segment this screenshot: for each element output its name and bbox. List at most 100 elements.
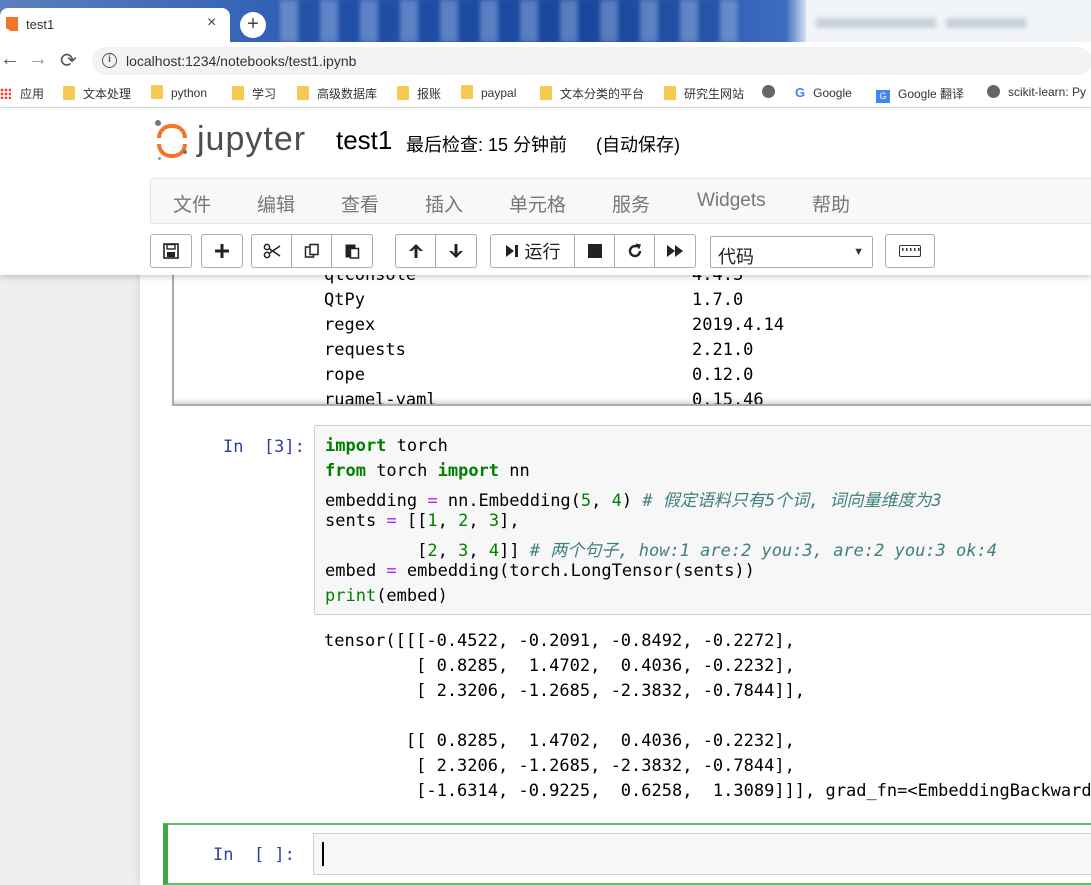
package-name: qtconsole [324, 275, 417, 285]
edit-group [251, 234, 373, 268]
new-tab-button[interactable]: + [240, 12, 266, 38]
package-name: rope [324, 365, 365, 385]
paste-button[interactable] [332, 235, 372, 267]
bookmark-google[interactable]: G Google [795, 85, 852, 100]
menu-kernel[interactable]: 服务 [612, 190, 650, 217]
bookmarks-bar: 应用 文本处理 python 学习 高级数据库 报账 paypal 文本分类的平… [0, 78, 1091, 108]
command-palette-button[interactable] [885, 234, 935, 268]
insert-cell-below-button[interactable] [202, 235, 242, 267]
apps-grid-icon [0, 88, 11, 99]
move-group [395, 234, 477, 268]
code-token: 1 [427, 511, 438, 531]
code-token: , [468, 511, 489, 531]
move-up-button[interactable] [396, 235, 436, 267]
code-token: nn.Embedding( [437, 491, 581, 511]
code-token: = [427, 491, 438, 511]
menu-view[interactable]: 查看 [341, 190, 379, 217]
menu-edit[interactable]: 编辑 [257, 190, 295, 217]
code-token: 2 [427, 541, 438, 561]
code-cell-input[interactable] [313, 833, 1091, 875]
bookmark-label: 学习 [252, 87, 277, 101]
keyboard-icon [899, 245, 921, 257]
run-button[interactable]: 运行 [491, 235, 575, 267]
scissors-icon [263, 243, 280, 259]
google-translate-icon: G [876, 90, 890, 103]
forward-arrow-icon[interactable]: → [28, 48, 48, 71]
bookmark-label: 应用 [20, 87, 45, 101]
bookmark-globe[interactable] [762, 85, 783, 99]
stop-icon [587, 244, 602, 258]
restart-run-all-button[interactable] [655, 235, 695, 267]
bookmark-folder[interactable]: 文本分类的平台 [540, 85, 644, 102]
blurred-text [946, 18, 1026, 28]
move-down-button[interactable] [436, 235, 476, 267]
scrolled-output-area[interactable]: qtconsole 4.4.3 QtPy 1.7.0 regex 2019.4.… [172, 275, 1091, 406]
bookmark-folder[interactable]: paypal [461, 85, 516, 100]
code-token: 4 [488, 541, 500, 561]
code-line: embed = embedding(torch.LongTensor(sents… [325, 561, 755, 581]
bookmark-label: Google 翻译 [898, 87, 965, 101]
menu-insert[interactable]: 插入 [425, 190, 463, 217]
toolbar: 运行 代码 ▼ [150, 234, 1091, 270]
bookmark-folder[interactable]: 文本处理 [63, 85, 131, 102]
code-token: nn [499, 461, 530, 481]
output-line: [-1.6314, -0.9225, 0.6258, 1.3089]]], gr… [324, 781, 1091, 801]
output-line: [[ 0.8285, 1.4702, 0.4036, -0.2232], [324, 731, 795, 751]
cut-button[interactable] [252, 235, 292, 267]
url-text[interactable]: localhost:1234/notebooks/test1.ipynb [126, 53, 356, 69]
paste-icon [345, 244, 360, 259]
code-token: print [325, 586, 377, 606]
code-token: ], [499, 511, 520, 531]
menu-file[interactable]: 文件 [173, 190, 211, 217]
bookmark-google-translate[interactable]: G Google 翻译 [876, 85, 964, 103]
background-window [806, 0, 1091, 42]
browser-tab[interactable]: test1 × [0, 8, 230, 42]
menu-cell[interactable]: 单元格 [509, 190, 566, 217]
bookmark-folder[interactable]: 研究生网站 [664, 85, 744, 102]
code-token: 5 [580, 491, 592, 511]
code-line: [2, 3, 4]] # 两个句子, how:1 are:2 you:3, ar… [325, 536, 997, 561]
cell-input-prompt: In [ ]: [213, 845, 295, 865]
bookmark-folder[interactable]: python [151, 85, 207, 100]
code-cell-input[interactable]: import torch from torch import nn embedd… [314, 425, 1091, 615]
package-version: 1.7.0 [692, 290, 744, 310]
package-name: QtPy [324, 290, 365, 310]
bookmark-folder[interactable]: 高级数据库 [297, 85, 377, 102]
jupyter-wordmark[interactable]: jupyter [197, 120, 306, 159]
bookmark-scikit-learn[interactable]: scikit-learn: Py [987, 85, 1086, 99]
package-name: regex [324, 315, 376, 335]
bookmark-label: python [171, 86, 208, 100]
bookmark-folder[interactable]: 学习 [232, 85, 276, 102]
bookmark-apps[interactable]: 应用 [0, 85, 44, 102]
back-arrow-icon[interactable]: ← [0, 48, 20, 71]
globe-icon [987, 85, 1000, 98]
bookmark-label: scikit-learn: Py [1008, 85, 1087, 99]
cell-type-select[interactable]: 代码 ▼ [710, 236, 873, 268]
bookmark-label: 文本处理 [83, 87, 132, 101]
code-token: (embed) [376, 586, 448, 606]
menu-help[interactable]: 帮助 [812, 190, 850, 217]
code-token: = [386, 511, 397, 531]
bookmark-folder[interactable]: 报账 [397, 85, 441, 102]
notebook-container: qtconsole 4.4.3 QtPy 1.7.0 regex 2019.4.… [140, 275, 1091, 885]
save-button[interactable] [151, 235, 191, 267]
url-bar[interactable]: i localhost:1234/notebooks/test1.ipynb [92, 47, 1091, 75]
selected-empty-cell[interactable]: In [ ]: [163, 823, 1091, 885]
reload-icon[interactable]: ⟳ [60, 48, 77, 73]
copy-button[interactable] [292, 235, 332, 267]
restart-kernel-button[interactable] [615, 235, 655, 267]
code-token: [ [325, 541, 428, 561]
code-line: embedding = nn.Embedding(5, 4) # 假定语料只有5… [325, 486, 942, 511]
interrupt-kernel-button[interactable] [575, 235, 615, 267]
folder-icon [232, 86, 244, 100]
notebook-name[interactable]: test1 [336, 125, 392, 156]
folder-icon [461, 85, 473, 99]
fast-forward-icon [667, 245, 683, 257]
info-icon[interactable]: i [102, 53, 117, 68]
code-token: , [468, 541, 489, 561]
bookmark-label: 报账 [417, 87, 442, 101]
tab-close-icon[interactable]: × [207, 14, 216, 32]
jupyter-logo-icon[interactable] [155, 120, 189, 160]
menu-widgets[interactable]: Widgets [697, 190, 766, 212]
code-token: from [325, 461, 366, 481]
